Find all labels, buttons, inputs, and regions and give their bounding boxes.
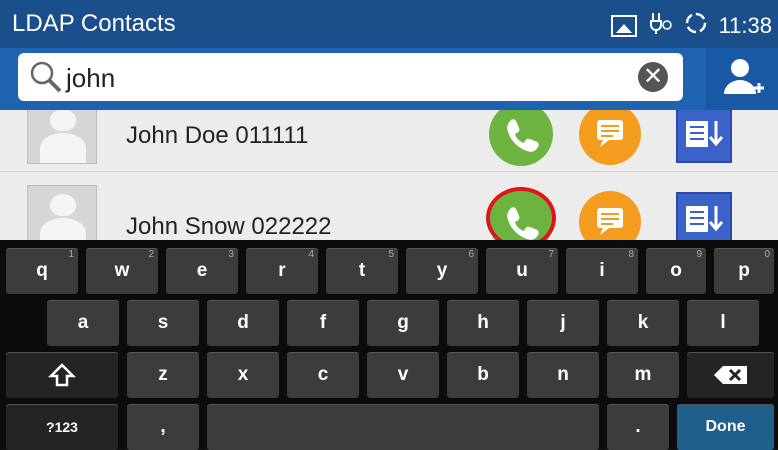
download-contact-icon[interactable] [676, 110, 732, 163]
done-key[interactable]: Done [677, 404, 774, 450]
contact-list: John Doe 011111 John Snow 022222 [0, 110, 778, 250]
search-query: john [66, 63, 116, 93]
key-d[interactable]: d [207, 300, 279, 346]
status-icons: 11:38 [610, 10, 772, 42]
app-title: LDAP Contacts [12, 10, 176, 37]
contact-name: John Doe 011111 [126, 122, 309, 149]
key-s[interactable]: s [127, 300, 199, 346]
message-icon[interactable] [579, 110, 641, 165]
backspace-key[interactable] [687, 352, 774, 398]
key-k[interactable]: k [607, 300, 679, 346]
contact-row[interactable]: John Doe 011111 [0, 110, 778, 172]
clear-icon[interactable]: ✕ [638, 62, 668, 92]
symbols-key[interactable]: ?123 [6, 404, 118, 450]
key-m[interactable]: m [607, 352, 679, 398]
search-icon [28, 59, 64, 100]
image-icon [610, 15, 637, 37]
key-x[interactable]: x [207, 352, 279, 398]
clock-time: 11:38 [718, 13, 772, 38]
key-w[interactable]: w2 [86, 248, 158, 294]
key-v[interactable]: v [367, 352, 439, 398]
key-y[interactable]: y6 [406, 248, 478, 294]
key-a[interactable]: a [47, 300, 119, 346]
key-e[interactable]: e3 [166, 248, 238, 294]
key-f[interactable]: f [287, 300, 359, 346]
key-h[interactable]: h [447, 300, 519, 346]
phone-icon[interactable] [489, 110, 553, 166]
backspace-icon [713, 366, 747, 384]
key-j[interactable]: j [527, 300, 599, 346]
key-c[interactable]: c [287, 352, 359, 398]
key-i[interactable]: i8 [566, 248, 638, 294]
usb-debug-icon [647, 11, 673, 41]
add-contact-button[interactable] [706, 48, 778, 110]
key-l[interactable]: l [687, 300, 759, 346]
key-r[interactable]: r4 [246, 248, 318, 294]
key-n[interactable]: n [527, 352, 599, 398]
key-p[interactable]: p0 [714, 248, 774, 294]
search-input[interactable]: john ✕ [18, 53, 683, 101]
status-bar: LDAP Contacts 11:38 [0, 0, 778, 48]
comma-key[interactable]: , [127, 404, 199, 450]
key-g[interactable]: g [367, 300, 439, 346]
search-bar: john ✕ [0, 48, 778, 110]
soft-keyboard: q1 w2 e3 r4 t5 y6 u7 i8 o9 p0 a s d f g … [0, 240, 778, 450]
key-t[interactable]: t5 [326, 248, 398, 294]
avatar-icon [27, 110, 97, 164]
contact-name: John Snow 022222 [126, 213, 332, 240]
space-key[interactable] [207, 404, 599, 450]
key-q[interactable]: q1 [6, 248, 78, 294]
key-b[interactable]: b [447, 352, 519, 398]
add-contact-icon [724, 59, 764, 94]
shift-key[interactable] [6, 352, 118, 398]
period-key[interactable]: . [607, 404, 669, 450]
key-z[interactable]: z [127, 352, 199, 398]
key-o[interactable]: o9 [646, 248, 706, 294]
shift-icon [48, 363, 76, 387]
key-u[interactable]: u7 [486, 248, 558, 294]
sync-icon [683, 10, 709, 42]
